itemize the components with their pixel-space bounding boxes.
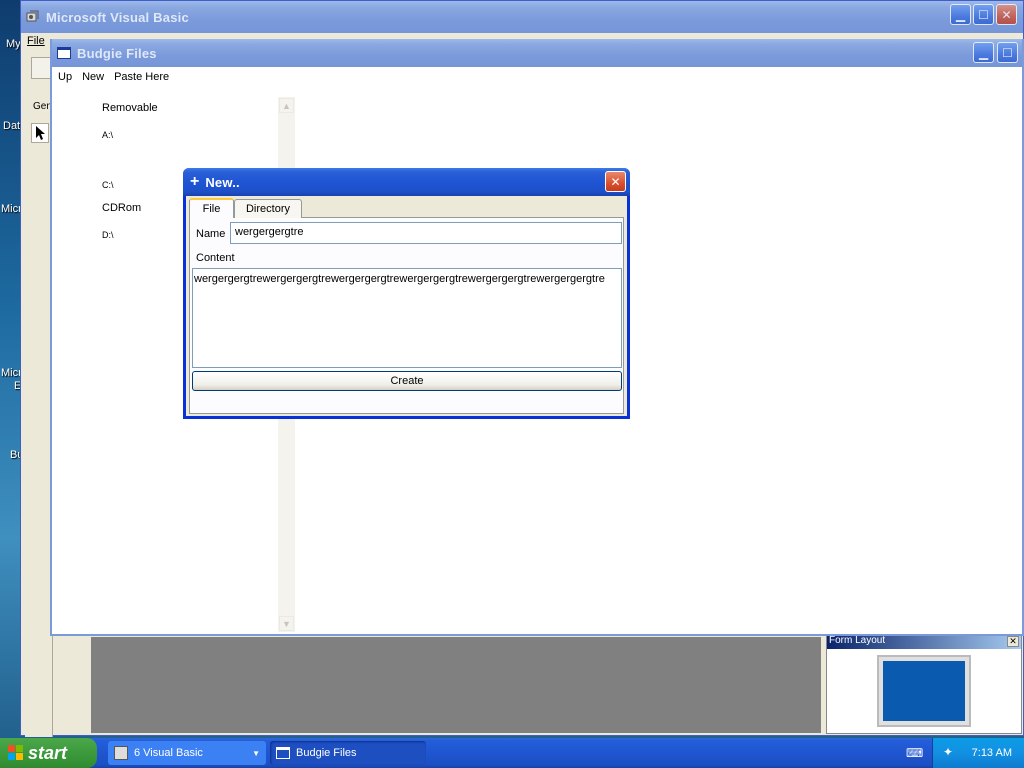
chevron-down-icon: ▼: [282, 619, 291, 629]
scroll-down-button[interactable]: ▼: [279, 616, 294, 631]
vb-title-bar[interactable]: Microsoft Visual Basic ▁ ☐ ✕: [21, 1, 1023, 33]
name-label: Name: [196, 228, 226, 240]
monitor-icon: [877, 655, 971, 727]
pointer-tool[interactable]: [31, 123, 49, 143]
vb-icon: [26, 10, 40, 24]
tab-file[interactable]: File: [189, 198, 234, 218]
minimize-button[interactable]: ▁: [973, 42, 994, 63]
tree-item-drive-c[interactable]: C:\: [102, 180, 114, 190]
name-input[interactable]: wergergergtre: [230, 222, 622, 244]
chevron-down-icon: ▼: [252, 748, 260, 758]
close-icon: ✕: [1001, 7, 1012, 22]
tree-item-cdrom[interactable]: CDRom: [102, 202, 141, 214]
new-dialog-title-bar[interactable]: + New.. ✕: [183, 168, 630, 196]
form-position-preview[interactable]: [883, 661, 965, 721]
vb-menu-file[interactable]: File: [27, 35, 45, 47]
form-layout-close-button[interactable]: ✕: [1007, 636, 1019, 647]
tab-directory[interactable]: Directory: [234, 199, 302, 218]
taskbar-item-label: 6 Visual Basic: [134, 747, 203, 759]
start-button[interactable]: start: [0, 738, 97, 768]
content-textarea[interactable]: wergergergtrewergergergtrewergergergtrew…: [192, 268, 622, 368]
toolbox-panel: Gen: [25, 97, 53, 737]
new-dialog-title: New..: [205, 174, 240, 190]
budgie-window-title: Budgie Files: [77, 45, 157, 61]
taskbar-item-visual-basic[interactable]: 6 Visual Basic ▼: [108, 741, 266, 765]
close-button[interactable]: ✕: [605, 171, 626, 192]
taskbar: start 6 Visual Basic ▼ Budgie Files ⌨ ✦ …: [0, 738, 1024, 768]
menu-paste-here[interactable]: Paste Here: [114, 71, 169, 83]
vb-workspace: [91, 637, 821, 733]
vb-icon: [114, 746, 128, 760]
desktop-icon-label[interactable]: Dat: [3, 120, 20, 132]
budgie-menu-bar: Up New Paste Here: [58, 71, 169, 83]
maximize-button[interactable]: ☐: [997, 42, 1018, 63]
system-tray: ✦ 7:13 AM: [932, 738, 1024, 768]
tree-item-drive-a[interactable]: A:\: [102, 130, 113, 140]
keyboard-icon[interactable]: ⌨: [906, 746, 923, 760]
cursor-arrow-icon: [35, 125, 47, 144]
content-label: Content: [196, 252, 235, 264]
window-icon: [276, 747, 290, 759]
budgie-title-bar[interactable]: Budgie Files ▁ ☐: [52, 39, 1022, 67]
desktop-icon-label[interactable]: Micr: [1, 367, 22, 379]
tree-item-removable[interactable]: Removable: [102, 102, 158, 114]
desktop-icon-label[interactable]: My: [6, 38, 21, 50]
close-icon: ✕: [1009, 636, 1017, 646]
network-icon[interactable]: ✦: [943, 745, 953, 759]
form-layout-panel: Form Layout ✕: [826, 634, 1022, 734]
start-label: start: [28, 742, 68, 763]
taskbar-item-budgie-files[interactable]: Budgie Files: [270, 741, 426, 765]
tree-item-drive-d[interactable]: D:\: [102, 230, 114, 240]
minimize-button[interactable]: ▁: [950, 4, 971, 25]
taskbar-item-label: Budgie Files: [296, 747, 357, 759]
minimize-icon: ▁: [955, 7, 966, 22]
maximize-icon: ☐: [1002, 45, 1013, 60]
scroll-up-button[interactable]: ▲: [279, 98, 294, 113]
new-dialog: + New.. ✕ File Directory Name wergergerg…: [183, 168, 630, 419]
close-button[interactable]: ✕: [996, 4, 1017, 25]
clock[interactable]: 7:13 AM: [972, 747, 1012, 759]
vb-window-title: Microsoft Visual Basic: [46, 9, 189, 25]
close-icon: ✕: [610, 174, 621, 189]
maximize-button[interactable]: ☐: [973, 4, 994, 25]
form-layout-title: Form Layout: [827, 635, 1021, 649]
desktop-icon-label[interactable]: Micr: [1, 203, 22, 215]
window-icon: [57, 47, 71, 59]
plus-icon: +: [190, 173, 200, 190]
menu-up[interactable]: Up: [58, 71, 72, 83]
content-text: wergergergtrewergergergtrewergergergtrew…: [194, 273, 605, 285]
chevron-up-icon: ▲: [282, 101, 291, 111]
maximize-icon: ☐: [978, 7, 989, 22]
create-button[interactable]: Create: [192, 371, 622, 391]
minimize-icon: ▁: [978, 45, 989, 60]
windows-logo-icon: [8, 745, 24, 761]
menu-new[interactable]: New: [82, 71, 104, 83]
